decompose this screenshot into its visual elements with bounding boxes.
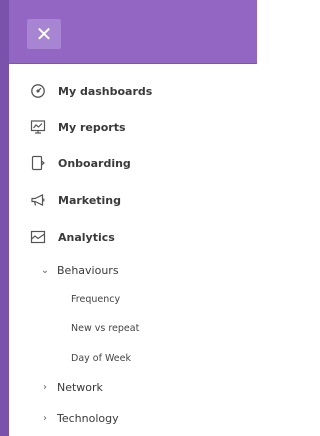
submenu-technology[interactable]: › Technology: [40, 408, 119, 428]
submenu-item-new-vs-repeat[interactable]: New vs repeat: [71, 319, 139, 337]
line-chart-icon: [29, 228, 47, 246]
menu-item-label: Marketing: [58, 193, 122, 207]
submenu-label: Behaviours: [57, 263, 119, 277]
submenu-item-label: Day of Week: [71, 352, 131, 364]
submenu-item-frequency[interactable]: Frequency: [71, 290, 120, 308]
submenu-behaviours[interactable]: ⌄ Behaviours: [40, 260, 119, 280]
menu-item-label: My reports: [58, 120, 126, 134]
left-accent-bar: [0, 0, 9, 436]
menu-item-marketing[interactable]: Marketing: [9, 188, 257, 212]
menu-item-onboarding[interactable]: Onboarding: [9, 151, 257, 175]
chevron-right-icon: ›: [43, 381, 47, 393]
submenu-network[interactable]: › Network: [40, 377, 103, 397]
menu-item-my-dashboards[interactable]: My dashboards: [9, 79, 257, 103]
megaphone-icon: [29, 191, 47, 209]
submenu-item-day-of-week[interactable]: Day of Week: [71, 349, 131, 367]
menu-item-label: Onboarding: [58, 156, 131, 170]
menu-item-label: My dashboards: [58, 84, 153, 98]
gauge-icon: [29, 82, 47, 100]
chevron-right-icon: ›: [43, 412, 47, 424]
close-icon: ✕: [35, 22, 53, 46]
submenu-item-label: New vs repeat: [71, 322, 140, 334]
submenu-item-label: Frequency: [71, 293, 121, 305]
chevron-down-icon: ⌄: [40, 264, 50, 276]
menu-item-label: Analytics: [58, 230, 115, 244]
submenu-label: Network: [57, 380, 103, 394]
menu-item-my-reports[interactable]: My reports: [9, 115, 257, 139]
menu-header: ✕: [9, 0, 257, 64]
onboarding-icon: [29, 154, 47, 172]
menu-item-analytics[interactable]: Analytics: [9, 225, 257, 249]
close-button[interactable]: ✕: [27, 19, 61, 49]
submenu-label: Technology: [57, 411, 119, 425]
chart-screen-icon: [29, 118, 47, 136]
